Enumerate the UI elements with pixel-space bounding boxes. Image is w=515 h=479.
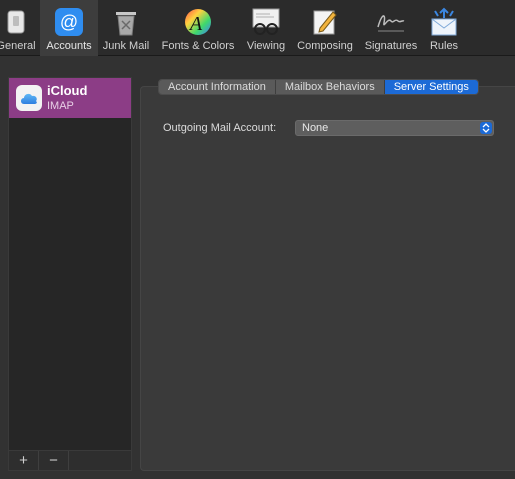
toolbar-item-viewing[interactable]: Viewing <box>243 0 289 56</box>
toolbar-label: Signatures <box>364 40 418 52</box>
toolbar-label: Viewing <box>246 40 286 52</box>
toolbar-item-rules[interactable]: Rules <box>423 0 465 56</box>
toolbar-label: Fonts & Colors <box>161 40 235 52</box>
outgoing-mail-account-select[interactable]: None <box>295 120 494 136</box>
pencil-page-icon <box>309 6 341 38</box>
toolbar-item-general[interactable]: General <box>0 0 38 56</box>
toolbar-item-junk-mail[interactable]: Junk Mail <box>99 0 153 56</box>
updown-chevron-icon <box>480 122 492 134</box>
trash-can-icon <box>110 6 142 38</box>
glasses-icon <box>250 6 282 38</box>
account-type: IMAP <box>47 100 74 112</box>
svg-text:A: A <box>188 13 203 35</box>
account-row-icloud[interactable]: iCloud IMAP <box>9 78 131 118</box>
toolbar-label: Rules <box>429 40 459 52</box>
toolbar-item-accounts[interactable]: @ Accounts <box>40 0 98 56</box>
toolbar-label: Junk Mail <box>102 40 150 52</box>
toolbar-label: Accounts <box>46 40 92 52</box>
at-sign-icon: @ <box>53 6 85 38</box>
toolbar-label: Composing <box>297 40 353 52</box>
select-value: None <box>302 122 329 134</box>
remove-account-button[interactable]: − <box>39 451 69 470</box>
envelope-arrows-icon <box>428 6 460 38</box>
toolbar-item-fonts-colors[interactable]: A Fonts & Colors <box>158 0 238 56</box>
tab-bar: Account Information Mailbox Behaviors Se… <box>158 79 479 95</box>
accounts-list: iCloud IMAP <box>8 77 132 451</box>
preferences-toolbar: General @ Accounts Junk Mail A Fonts & C… <box>0 0 515 56</box>
signature-icon <box>375 6 407 38</box>
icloud-icon <box>16 85 42 111</box>
toolbar-label: General <box>0 40 36 52</box>
toolbar-item-composing[interactable]: Composing <box>294 0 356 56</box>
toolbar-item-signatures[interactable]: Signatures <box>361 0 421 56</box>
tab-server-settings[interactable]: Server Settings <box>384 80 478 94</box>
account-list-controls: + − <box>8 451 132 471</box>
outgoing-mail-account-label: Outgoing Mail Account: <box>163 122 277 134</box>
add-account-button[interactable]: + <box>9 451 39 470</box>
tab-account-information[interactable]: Account Information <box>159 80 276 94</box>
color-wheel-icon: A <box>182 6 214 38</box>
settings-panel <box>140 86 515 471</box>
tab-mailbox-behaviors[interactable]: Mailbox Behaviors <box>275 80 385 94</box>
general-switch-icon <box>0 6 32 38</box>
account-name: iCloud <box>47 83 88 98</box>
svg-text:@: @ <box>60 12 78 32</box>
